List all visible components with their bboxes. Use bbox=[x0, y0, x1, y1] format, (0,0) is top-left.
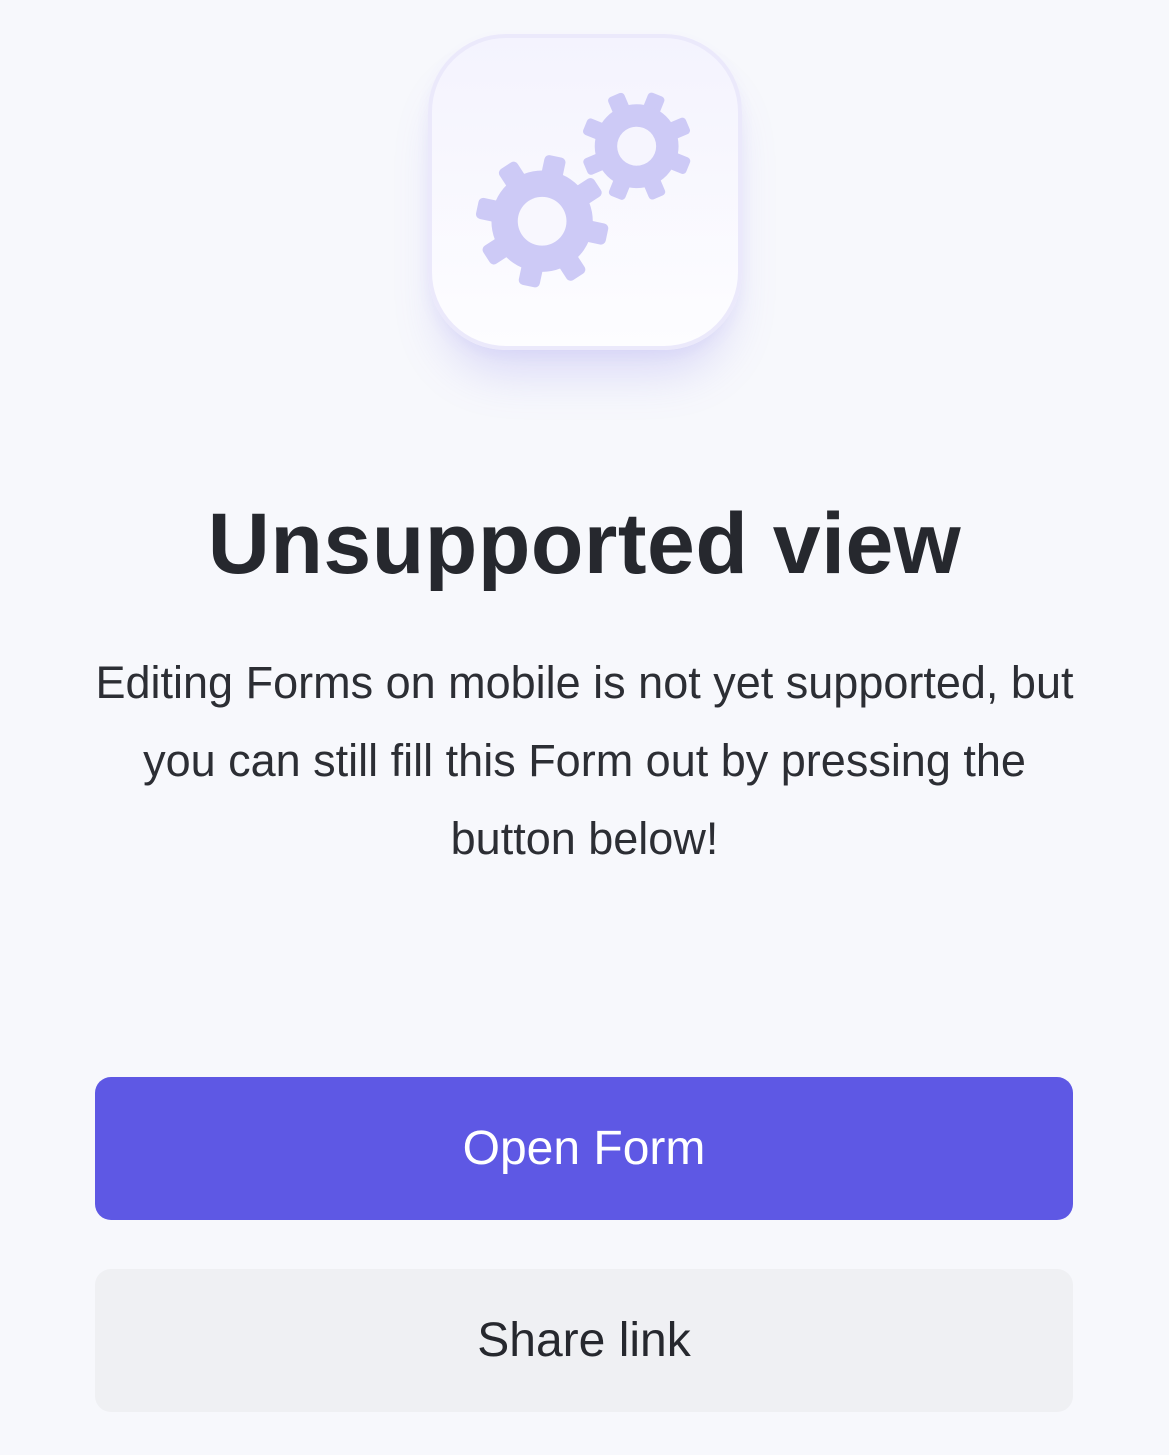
page-title: Unsupported view bbox=[207, 496, 962, 592]
gears-icon bbox=[475, 92, 691, 288]
settings-illustration bbox=[428, 34, 742, 350]
open-form-button[interactable]: Open Form bbox=[95, 1077, 1073, 1220]
share-link-button[interactable]: Share link bbox=[95, 1269, 1073, 1412]
unsupported-description: Editing Forms on mobile is not yet suppo… bbox=[95, 657, 1074, 864]
